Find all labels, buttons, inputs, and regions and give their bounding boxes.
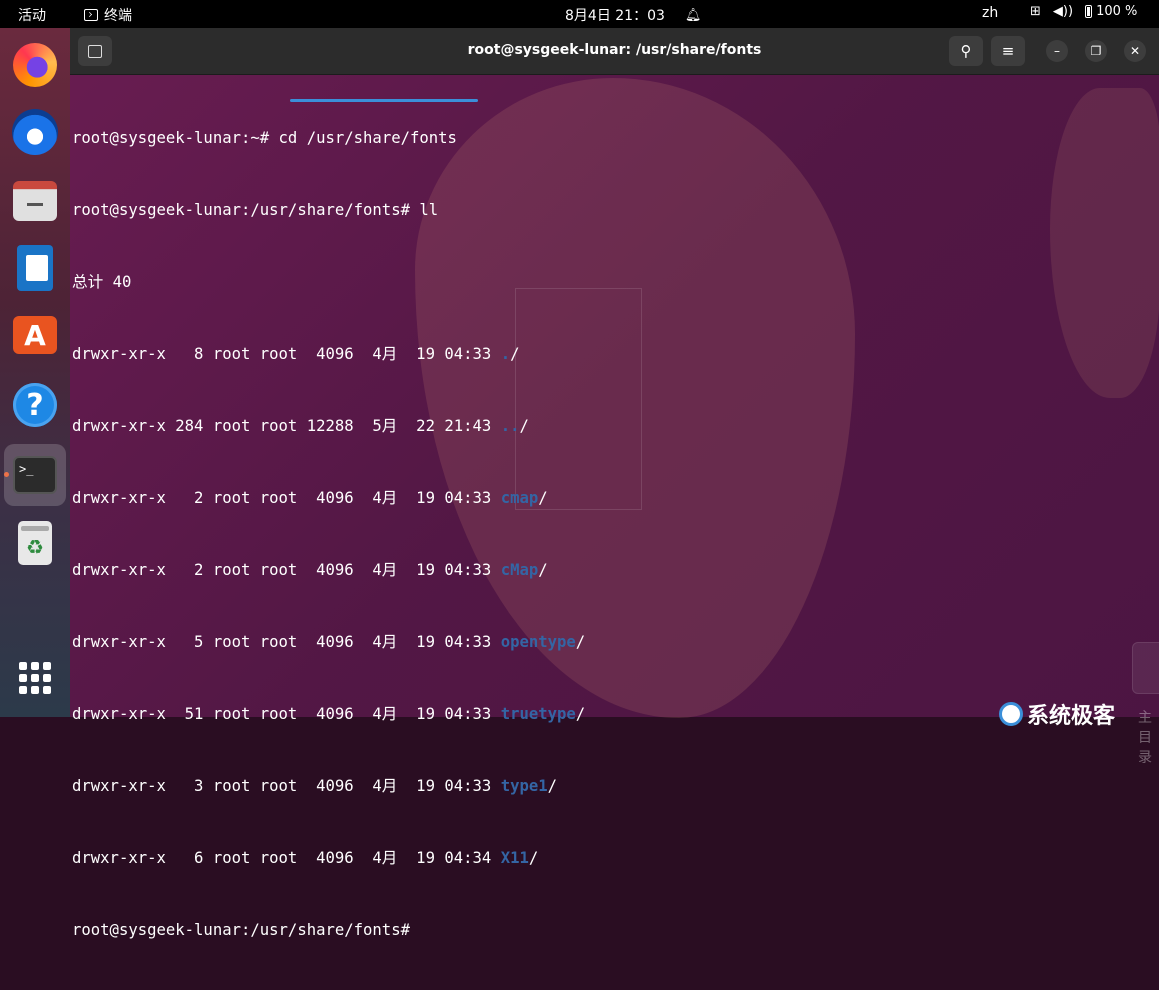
terminal-line: drwxr-xr-x 5 root root 4096 4月 19 04:33 … — [72, 630, 585, 654]
app-center-icon: A — [13, 316, 57, 354]
top-bar: 活动 终端 8月4日 21：03 🔔︎ zh ⊞ ◀)) 100 % — [0, 0, 1159, 28]
watermark-logo: 系统极客 — [999, 698, 1115, 730]
slash: / — [538, 561, 548, 579]
files-icon — [13, 181, 57, 221]
output-text: drwxr-xr-x 6 root root 4096 4月 19 04:34 — [72, 849, 501, 867]
dock-trash[interactable]: ♻ — [10, 518, 60, 568]
dock-terminal[interactable]: >_ — [4, 444, 66, 506]
directory-name: cMap — [500, 561, 539, 579]
search-button[interactable]: ⚲ — [949, 36, 983, 66]
output-text: drwxr-xr-x 8 root root 4096 4月 19 04:33 — [72, 345, 501, 363]
dock-help[interactable]: ? — [10, 380, 60, 430]
command: ll — [419, 201, 439, 219]
title-bar: root@sysgeek-lunar: /usr/share/fonts ⚲ ≡… — [70, 28, 1159, 75]
terminal-icon — [84, 9, 98, 21]
restore-icon: ❐ — [1090, 44, 1102, 58]
slash: / — [528, 849, 539, 867]
show-apps-icon[interactable] — [19, 662, 51, 694]
directory-name: .. — [500, 417, 520, 435]
volume-icon: ◀)) — [1052, 4, 1074, 19]
terminal-line: 总计 40 — [72, 270, 585, 294]
prompt: root@sysgeek-lunar:/usr/share/fonts# — [72, 921, 420, 939]
directory-name: truetype — [500, 705, 576, 723]
prompt: root@sysgeek-lunar:/usr/share/fonts# — [72, 201, 420, 219]
output-text: drwxr-xr-x 2 root root 4096 4月 19 04:33 — [72, 561, 501, 579]
minimize-button[interactable]: – — [1046, 40, 1068, 62]
terminal-line: root@sysgeek-lunar:/usr/share/fonts# — [72, 918, 585, 942]
terminal-line: drwxr-xr-x 2 root root 4096 4月 19 04:33 … — [72, 486, 585, 510]
slash: / — [547, 777, 558, 795]
logo-icon — [999, 702, 1023, 726]
menu-button[interactable]: ≡ — [991, 36, 1025, 66]
terminal-window: root@sysgeek-lunar: /usr/share/fonts ⚲ ≡… — [70, 28, 1159, 939]
home-folder-icon[interactable] — [1132, 642, 1159, 694]
firefox-icon — [13, 43, 57, 87]
output-text: drwxr-xr-x 51 root root 4096 4月 19 04:33 — [72, 705, 501, 723]
slash: / — [538, 489, 548, 507]
battery-percent: 100 % — [1096, 4, 1138, 19]
slash: / — [510, 345, 520, 363]
battery-icon — [1085, 5, 1093, 18]
dock-firefox[interactable] — [10, 40, 60, 90]
directory-name: cmap — [500, 489, 539, 507]
directory-name: opentype — [500, 633, 576, 651]
dock-thunderbird[interactable] — [10, 107, 60, 157]
help-icon: ? — [13, 383, 57, 427]
bell-icon: 🔔︎ — [684, 7, 702, 23]
slash: / — [575, 705, 586, 723]
input-method-indicator[interactable]: zh — [982, 5, 998, 21]
minimize-icon: – — [1054, 44, 1060, 58]
close-icon: ✕ — [1129, 44, 1141, 58]
dock-writer[interactable] — [10, 243, 60, 293]
output-text: drwxr-xr-x 3 root root 4096 4月 19 04:33 — [72, 777, 501, 795]
slash: / — [519, 417, 529, 435]
output-text: drwxr-xr-x 284 root root 12288 5月 22 21:… — [72, 417, 501, 435]
directory-name: X11 — [500, 849, 529, 867]
dock-files[interactable] — [10, 176, 60, 226]
terminal-output[interactable]: root@sysgeek-lunar:~# cd /usr/share/font… — [72, 78, 585, 990]
output-text: drwxr-xr-x 5 root root 4096 4月 19 04:33 — [72, 633, 501, 651]
terminal-line: drwxr-xr-x 8 root root 4096 4月 19 04:33 … — [72, 342, 585, 366]
dock-app-center[interactable]: A — [10, 310, 60, 360]
slash: / — [575, 633, 586, 651]
thunderbird-icon — [12, 109, 58, 155]
terminal-line: drwxr-xr-x 284 root root 12288 5月 22 21:… — [72, 414, 585, 438]
output-text: drwxr-xr-x 2 root root 4096 4月 19 04:33 — [72, 489, 501, 507]
terminal-line: drwxr-xr-x 6 root root 4096 4月 19 04:34 … — [72, 846, 585, 870]
command: cd /usr/share/fonts — [278, 129, 457, 147]
home-folder-label: 主目录 — [1138, 710, 1152, 766]
clock-text: 8月4日 21：03 — [565, 8, 665, 24]
directory-name: . — [500, 345, 511, 363]
dock: A ? >_ ♻ — [0, 28, 70, 717]
system-tray[interactable]: ⊞ ◀)) 100 % — [1030, 4, 1137, 19]
directory-name: type1 — [500, 777, 548, 795]
terminal-line: drwxr-xr-x 3 root root 4096 4月 19 04:33 … — [72, 774, 585, 798]
wallpaper-coast — [1050, 88, 1159, 398]
network-icon: ⊞ — [1030, 4, 1041, 19]
terminal-icon: >_ — [13, 456, 57, 494]
terminal-line: root@sysgeek-lunar:/usr/share/fonts# ll — [72, 198, 585, 222]
command-highlight-underline — [290, 99, 478, 102]
close-button[interactable]: ✕ — [1124, 40, 1146, 62]
output-text: 总计 40 — [72, 273, 132, 291]
terminal-line: drwxr-xr-x 2 root root 4096 4月 19 04:33 … — [72, 558, 585, 582]
app-menu[interactable]: 终端 — [84, 5, 132, 25]
search-icon: ⚲ — [960, 42, 972, 60]
prompt: root@sysgeek-lunar:~# — [72, 129, 279, 147]
maximize-button[interactable]: ❐ — [1085, 40, 1107, 62]
trash-icon: ♻ — [18, 521, 52, 565]
terminal-line: drwxr-xr-x 51 root root 4096 4月 19 04:33… — [72, 702, 585, 726]
hamburger-icon: ≡ — [1001, 42, 1015, 60]
watermark-text: 系统极客 — [1027, 704, 1116, 729]
activities-button[interactable]: 活动 — [18, 5, 46, 25]
app-name: 终端 — [104, 8, 132, 24]
battery-indicator: 100 % — [1085, 4, 1137, 19]
terminal-line: root@sysgeek-lunar:~# cd /usr/share/font… — [72, 126, 585, 150]
clock[interactable]: 8月4日 21：03 🔔︎ — [565, 5, 701, 25]
writer-icon — [17, 245, 53, 291]
